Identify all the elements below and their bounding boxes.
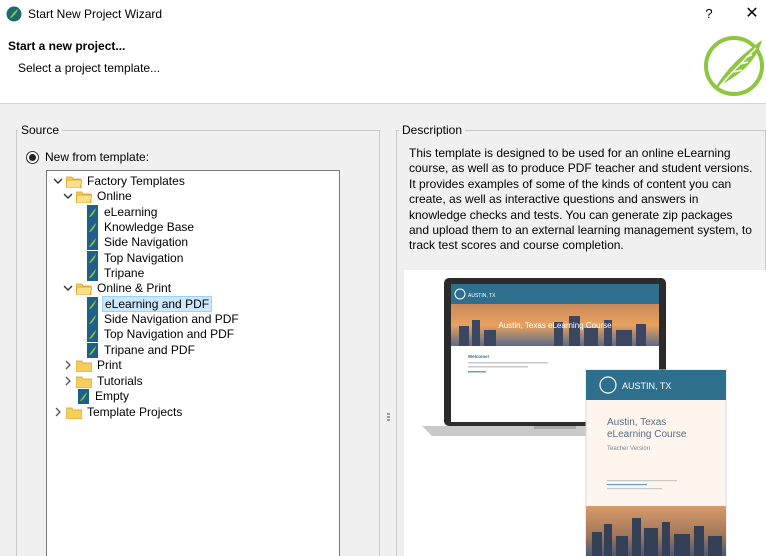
- tree-node-label: Side Navigation: [104, 235, 189, 249]
- page-heading: Start a new project...: [8, 39, 126, 53]
- tree-node-factory-templates[interactable]: Factory Templates: [53, 173, 187, 189]
- tree-node-elearning[interactable]: eLearning: [87, 204, 159, 220]
- template-doc-icon: [87, 204, 98, 220]
- chevron-down-icon[interactable]: [63, 283, 73, 293]
- template-doc-icon: [87, 342, 98, 358]
- template-doc-icon: [78, 388, 89, 404]
- template-tree[interactable]: Factory Templates Online eLearning Knowl…: [46, 170, 340, 556]
- tree-node-side-navigation[interactable]: Side Navigation: [87, 234, 190, 250]
- template-doc-icon: [87, 234, 98, 250]
- tree-node-label: Top Navigation and PDF: [104, 327, 235, 341]
- template-doc-icon: [87, 311, 98, 327]
- tree-node-label: Template Projects: [87, 405, 183, 419]
- tree-node-label: Side Navigation and PDF: [104, 312, 239, 326]
- laptop-banner-title: Austin, Texas eLearning Course: [498, 321, 612, 330]
- template-doc-icon: [87, 219, 98, 235]
- template-doc-icon: [87, 296, 98, 312]
- app-logo-icon: [6, 6, 22, 22]
- tree-node-label: Top Navigation: [104, 251, 184, 265]
- chevron-right-icon[interactable]: [63, 360, 73, 370]
- page-subheading: Select a project template...: [18, 61, 161, 75]
- folder-open-icon: [66, 176, 82, 188]
- tree-node-label: Knowledge Base: [104, 220, 195, 234]
- folder-closed-icon: [76, 360, 92, 372]
- tree-node-online-and-print[interactable]: Online & Print: [63, 280, 173, 296]
- tree-node-side-navigation-and-pdf[interactable]: Side Navigation and PDF: [87, 311, 241, 327]
- tree-node-tripane[interactable]: Tripane: [87, 265, 146, 281]
- template-doc-icon: [87, 326, 98, 342]
- folder-open-icon: [76, 283, 92, 295]
- tree-node-template-projects[interactable]: Template Projects: [53, 404, 184, 420]
- help-button[interactable]: ?: [697, 4, 721, 24]
- template-preview-image: AUSTIN, TX Austin, Texas eLearning Cours…: [404, 270, 766, 556]
- tree-node-empty[interactable]: Empty: [78, 388, 131, 404]
- close-button[interactable]: ✕: [740, 4, 764, 24]
- quill-logo-icon: [704, 36, 764, 96]
- tree-node-tripane-and-pdf[interactable]: Tripane and PDF: [87, 342, 197, 358]
- tree-node-online[interactable]: Online: [63, 188, 134, 204]
- preview-illustration: AUSTIN, TX Austin, Texas eLearning Cours…: [422, 278, 727, 556]
- tree-node-label: eLearning and PDF: [102, 296, 213, 312]
- tree-node-label: Tutorials: [97, 374, 143, 388]
- description-group-label: Description: [399, 123, 466, 137]
- tree-node-label: Tripane: [104, 266, 145, 280]
- wizard-header: Start a new project... Select a project …: [0, 28, 766, 104]
- chevron-down-icon[interactable]: [63, 191, 73, 201]
- chevron-down-icon[interactable]: [53, 176, 63, 186]
- chevron-right-icon[interactable]: [53, 407, 63, 417]
- tree-node-label: Print: [97, 358, 122, 372]
- tree-node-elearning-and-pdf[interactable]: eLearning and PDF: [87, 296, 213, 312]
- pdf-title-line2: eLearning Course: [607, 429, 687, 440]
- tree-node-label: Online: [97, 189, 132, 203]
- laptop-welcome: Welcome!: [468, 354, 490, 359]
- tree-node-tutorials[interactable]: Tutorials: [63, 373, 145, 389]
- tree-node-knowledge-base[interactable]: Knowledge Base: [87, 219, 196, 235]
- splitter-grip-icon[interactable]: [387, 413, 390, 421]
- template-doc-icon: [87, 265, 98, 281]
- tree-node-top-navigation-and-pdf[interactable]: Top Navigation and PDF: [87, 326, 236, 342]
- tree-node-label: eLearning: [104, 205, 158, 219]
- tree-node-label: Factory Templates: [87, 174, 185, 188]
- tree-node-print[interactable]: Print: [63, 357, 124, 373]
- source-group-label: Source: [18, 123, 63, 137]
- radio-selected-indicator[interactable]: [26, 150, 39, 164]
- template-doc-icon: [87, 250, 98, 266]
- pdf-subtitle: Teacher Version: [607, 446, 650, 452]
- title-bar: Start New Project Wizard ? ✕: [0, 0, 766, 28]
- chevron-right-icon[interactable]: [63, 376, 73, 386]
- tree-node-label: Online & Print: [97, 281, 172, 295]
- window-title: Start New Project Wizard: [28, 7, 163, 21]
- template-description-text: This template is designed to be used for…: [409, 146, 753, 253]
- laptop-brand: AUSTIN, TX: [468, 293, 496, 299]
- folder-open-icon: [76, 191, 92, 203]
- new-from-template-label: New from template:: [45, 150, 150, 164]
- tree-node-top-navigation[interactable]: Top Navigation: [87, 250, 185, 266]
- tree-node-label: Tripane and PDF: [104, 343, 195, 357]
- new-from-template-radio[interactable]: New from template:: [26, 150, 149, 164]
- folder-closed-icon: [66, 407, 82, 419]
- pdf-title-line1: Austin, Texas: [607, 417, 666, 428]
- tree-node-label: Empty: [95, 389, 130, 403]
- pdf-brand: AUSTIN, TX: [622, 381, 671, 391]
- folder-closed-icon: [76, 376, 92, 388]
